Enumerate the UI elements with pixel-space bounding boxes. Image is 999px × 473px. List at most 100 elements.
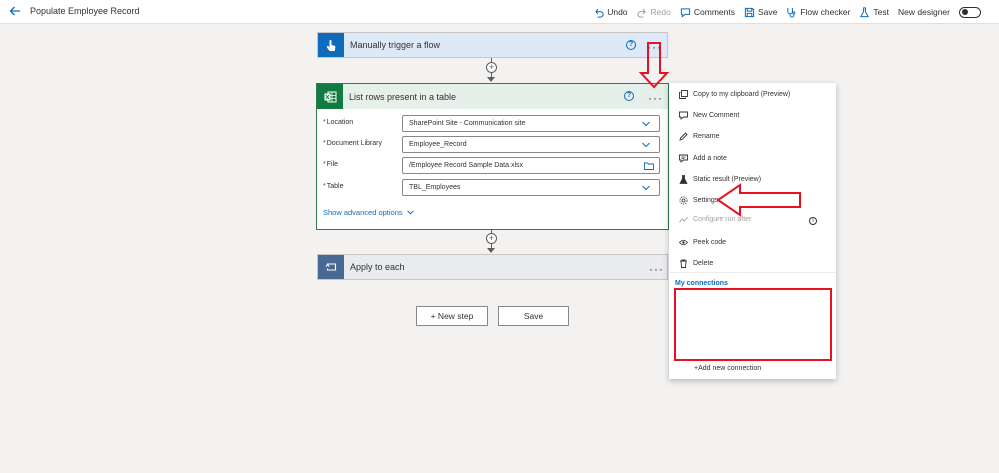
document-library-value: Employee_Record bbox=[409, 141, 467, 148]
note-icon bbox=[679, 154, 688, 163]
undo-icon bbox=[595, 8, 604, 18]
insert-step-icon[interactable]: + bbox=[486, 233, 497, 244]
location-value: SharePoint Site - Communication site bbox=[409, 120, 526, 127]
menu-item-settings[interactable]: Settings bbox=[679, 194, 718, 206]
top-bar: Populate Employee Record Undo Redo Comme… bbox=[0, 0, 999, 24]
menu-item-label: Configure run after bbox=[693, 215, 752, 223]
excel-icon bbox=[324, 91, 336, 102]
chevron-down-icon bbox=[642, 185, 650, 191]
menu-item-label: Delete bbox=[693, 259, 714, 267]
comments-button[interactable]: Comments bbox=[680, 7, 735, 18]
loop-icon-box bbox=[318, 255, 344, 279]
location-field-row: *Location SharePoint Site - Communicatio… bbox=[323, 115, 660, 132]
trigger-card-header[interactable]: Manually trigger a flow bbox=[318, 33, 667, 57]
undo-label: Undo bbox=[607, 7, 628, 17]
document-library-dropdown[interactable]: Employee_Record bbox=[402, 136, 660, 153]
touch-hand-icon bbox=[326, 39, 336, 51]
folder-icon[interactable] bbox=[644, 162, 654, 170]
new-step-button[interactable]: + New step bbox=[416, 306, 488, 326]
chevron-down-icon bbox=[406, 210, 414, 215]
trash-icon bbox=[680, 259, 687, 268]
flask-icon bbox=[860, 6, 870, 17]
menu-item-add-note[interactable]: Add a note bbox=[679, 152, 727, 164]
page-title: Populate Employee Record bbox=[30, 6, 140, 16]
pencil-icon bbox=[679, 131, 688, 141]
loop-icon bbox=[324, 262, 336, 271]
apply-to-each-card-header[interactable]: Apply to each bbox=[318, 255, 667, 279]
flask-icon bbox=[679, 174, 688, 184]
redo-button[interactable]: Redo bbox=[637, 7, 671, 18]
connector-arrow-icon bbox=[487, 248, 495, 253]
annotation-highlight-box bbox=[674, 288, 832, 361]
menu-item-label: New Comment bbox=[693, 111, 740, 119]
trigger-card[interactable]: Manually trigger a flow ? ··· bbox=[317, 32, 668, 58]
list-rows-card-header[interactable]: List rows present in a table bbox=[317, 84, 668, 109]
table-label: *Table bbox=[323, 183, 344, 190]
annotation-arrows bbox=[638, 42, 801, 217]
save-toolbar-button[interactable]: Save bbox=[744, 7, 777, 18]
menu-item-rename[interactable]: Rename bbox=[679, 130, 719, 142]
more-options-icon[interactable]: ··· bbox=[648, 92, 663, 104]
save-button[interactable]: Save bbox=[498, 306, 569, 326]
document-library-field-row: *Document Library Employee_Record bbox=[323, 136, 660, 153]
menu-item-new-comment[interactable]: New Comment bbox=[679, 109, 739, 121]
file-label: *File bbox=[323, 161, 339, 168]
menu-item-label: Rename bbox=[693, 132, 720, 140]
save-toolbar-label: Save bbox=[757, 7, 778, 17]
table-dropdown[interactable]: TBL_Employees bbox=[402, 179, 660, 196]
document-library-label: *Document Library bbox=[323, 140, 382, 147]
info-icon[interactable]: i bbox=[809, 217, 817, 225]
new-designer-control: New designer bbox=[898, 7, 950, 17]
apply-to-each-card-title: Apply to each bbox=[350, 262, 405, 272]
gear-icon bbox=[679, 196, 688, 204]
apply-to-each-card[interactable]: Apply to each ··· bbox=[317, 254, 668, 280]
help-icon[interactable]: ? bbox=[626, 40, 636, 50]
location-label: *Location bbox=[323, 119, 354, 126]
back-arrow-icon[interactable] bbox=[8, 4, 22, 18]
more-options-icon[interactable]: ··· bbox=[647, 41, 662, 53]
stethoscope-icon bbox=[787, 7, 796, 18]
help-icon[interactable]: ? bbox=[624, 91, 634, 101]
menu-item-delete[interactable]: Delete bbox=[679, 257, 713, 269]
menu-item-peek-code[interactable]: Peek code bbox=[679, 236, 726, 248]
copy-icon bbox=[679, 89, 688, 99]
menu-item-label: Peek code bbox=[693, 238, 727, 246]
file-field-row: *File /Employee Record Sample Data.xlsx bbox=[323, 157, 660, 174]
menu-item-label: Copy to my clipboard (Preview) bbox=[693, 90, 791, 98]
chevron-down-icon bbox=[642, 142, 650, 148]
undo-button[interactable]: Undo bbox=[593, 7, 628, 18]
chevron-down-icon bbox=[642, 121, 650, 127]
redo-label: Redo bbox=[650, 7, 671, 17]
test-button[interactable]: Test bbox=[859, 6, 889, 18]
add-new-connection-link[interactable]: +Add new connection bbox=[694, 365, 761, 372]
table-field-row: *Table TBL_Employees bbox=[323, 179, 660, 196]
my-connections-header: My connections bbox=[675, 280, 728, 287]
menu-item-label: Static result (Preview) bbox=[693, 175, 762, 183]
menu-item-configure-run-after[interactable]: Configure run after bbox=[679, 213, 751, 225]
file-picker[interactable]: /Employee Record Sample Data.xlsx bbox=[402, 157, 660, 174]
new-designer-toggle[interactable] bbox=[959, 6, 981, 18]
new-designer-label: New designer bbox=[898, 7, 950, 17]
table-value: TBL_Employees bbox=[409, 184, 461, 191]
file-value: /Employee Record Sample Data.xlsx bbox=[409, 162, 523, 169]
menu-item-static-result[interactable]: Static result (Preview) bbox=[679, 173, 761, 185]
toolbar: Undo Redo Comments Save Flow checker Tes… bbox=[593, 3, 981, 21]
comments-label: Comments bbox=[693, 7, 735, 17]
menu-divider bbox=[669, 272, 836, 273]
eye-icon bbox=[679, 239, 688, 245]
menu-item-copy-to-clipboard[interactable]: Copy to my clipboard (Preview) bbox=[679, 88, 790, 100]
list-rows-card-title: List rows present in a table bbox=[349, 91, 457, 102]
menu-item-label: Add a note bbox=[693, 154, 727, 162]
location-dropdown[interactable]: SharePoint Site - Communication site bbox=[402, 115, 660, 132]
run-after-icon bbox=[679, 216, 688, 222]
show-advanced-options-link[interactable]: Show advanced options bbox=[323, 208, 414, 217]
menu-item-label: Settings bbox=[693, 196, 719, 204]
list-rows-card[interactable]: List rows present in a table ? ··· *Loca… bbox=[316, 83, 669, 230]
redo-icon bbox=[637, 8, 646, 18]
flow-checker-button[interactable]: Flow checker bbox=[786, 7, 850, 18]
flow-checker-label: Flow checker bbox=[800, 7, 851, 17]
connector-arrow-icon bbox=[487, 77, 495, 82]
more-options-icon[interactable]: ··· bbox=[649, 263, 664, 275]
insert-step-icon[interactable]: + bbox=[486, 62, 497, 73]
comment-icon bbox=[680, 7, 691, 18]
